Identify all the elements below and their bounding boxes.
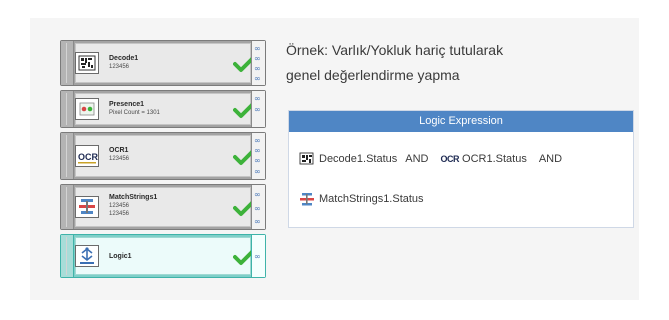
logic-expression-header: Logic Expression (289, 111, 633, 132)
tool-block-logic1[interactable]: Logic1 ∞ (60, 234, 266, 278)
tool-name: Decode1 (109, 55, 139, 62)
link-icon[interactable]: ∞ (254, 157, 262, 165)
link-icon[interactable]: ∞ (254, 65, 262, 73)
description-text: Örnek: Varlık/Yokluk hariç tutularak gen… (286, 38, 626, 88)
ocr-icon: OCR (440, 154, 460, 164)
example-panel: Decode1 123456 ∞ ∞ ∞ ∞ Presence1 Pixel C… (30, 18, 639, 300)
tool-subtext: 123456 (109, 156, 130, 162)
description-line-2: genel değerlendirme yapma (286, 67, 460, 83)
barcode-icon (75, 52, 99, 74)
tool-subtext: 123456 (109, 203, 130, 209)
expression-operator[interactable]: AND (539, 153, 562, 165)
match-strings-icon (75, 196, 99, 218)
block-body (75, 237, 251, 275)
link-icon[interactable]: ∞ (254, 253, 262, 261)
tool-name: Presence1 (109, 101, 145, 108)
ocr-icon: OCR (75, 145, 99, 167)
block-body (75, 43, 251, 83)
description-line-1: Örnek: Varlık/Yokluk hariç tutularak (286, 42, 504, 58)
tool-subtext: 123456 (109, 64, 130, 70)
match-strings-icon (299, 192, 315, 206)
expression-term[interactable]: MatchStrings1.Status (319, 193, 424, 205)
block-right-bar: ∞ ∞ ∞ ∞ (251, 133, 265, 179)
svg-text:OCR: OCR (78, 152, 98, 162)
expression-row-2: MatchStrings1.Status (299, 192, 424, 206)
expression-operator[interactable]: AND (405, 153, 428, 165)
link-icon[interactable]: ∞ (254, 205, 262, 213)
tool-block-decode1[interactable]: Decode1 123456 ∞ ∞ ∞ ∞ (60, 40, 266, 86)
link-icon[interactable]: ∞ (254, 218, 262, 226)
block-left-bar (61, 235, 74, 277)
tool-name: MatchStrings1 (109, 194, 158, 201)
tool-name: OCR1 (109, 147, 129, 154)
tool-subtext: Pixel Count = 1301 (109, 110, 160, 116)
tool-block-ocr1[interactable]: OCR OCR1 123456 ∞ ∞ ∞ ∞ (60, 132, 266, 180)
tool-block-list: Decode1 123456 ∞ ∞ ∞ ∞ Presence1 Pixel C… (58, 40, 272, 280)
block-left-bar (61, 133, 74, 179)
block-body (75, 135, 251, 177)
logic-icon (75, 245, 99, 267)
block-right-bar: ∞ (251, 235, 265, 277)
tool-block-presence1[interactable]: Presence1 Pixel Count = 1301 ∞ ∞ (60, 90, 266, 128)
block-body (75, 93, 251, 125)
link-icon[interactable]: ∞ (254, 45, 262, 53)
link-icon[interactable]: ∞ (254, 147, 262, 155)
block-body (75, 187, 251, 227)
logic-expression-box: Logic Expression Decode1.Status AND OCR … (288, 110, 634, 228)
expression-term[interactable]: Decode1.Status (319, 153, 397, 165)
block-left-bar (61, 185, 74, 229)
link-icon[interactable]: ∞ (254, 168, 262, 176)
link-icon[interactable]: ∞ (254, 55, 262, 63)
link-icon[interactable]: ∞ (254, 95, 262, 103)
link-icon[interactable]: ∞ (254, 75, 262, 83)
presence-icon (75, 98, 99, 120)
link-icon[interactable]: ∞ (254, 137, 262, 145)
block-right-bar: ∞ ∞ ∞ ∞ (251, 41, 265, 85)
link-icon[interactable]: ∞ (254, 191, 262, 199)
block-left-bar (61, 41, 74, 85)
expression-term[interactable]: OCR1.Status (462, 153, 527, 165)
block-right-bar: ∞ ∞ (251, 91, 265, 127)
block-left-bar (61, 91, 74, 127)
tool-name: Logic1 (109, 253, 132, 260)
tool-block-matchstrings1[interactable]: MatchStrings1 123456 123456 ∞ ∞ ∞ (60, 184, 266, 230)
tool-subtext: 123456 (109, 211, 130, 217)
link-icon[interactable]: ∞ (254, 106, 262, 114)
block-right-bar: ∞ ∞ ∞ (251, 185, 265, 229)
barcode-icon (299, 152, 315, 166)
expression-row-1: Decode1.Status AND OCR OCR1.Status AND (299, 152, 562, 166)
